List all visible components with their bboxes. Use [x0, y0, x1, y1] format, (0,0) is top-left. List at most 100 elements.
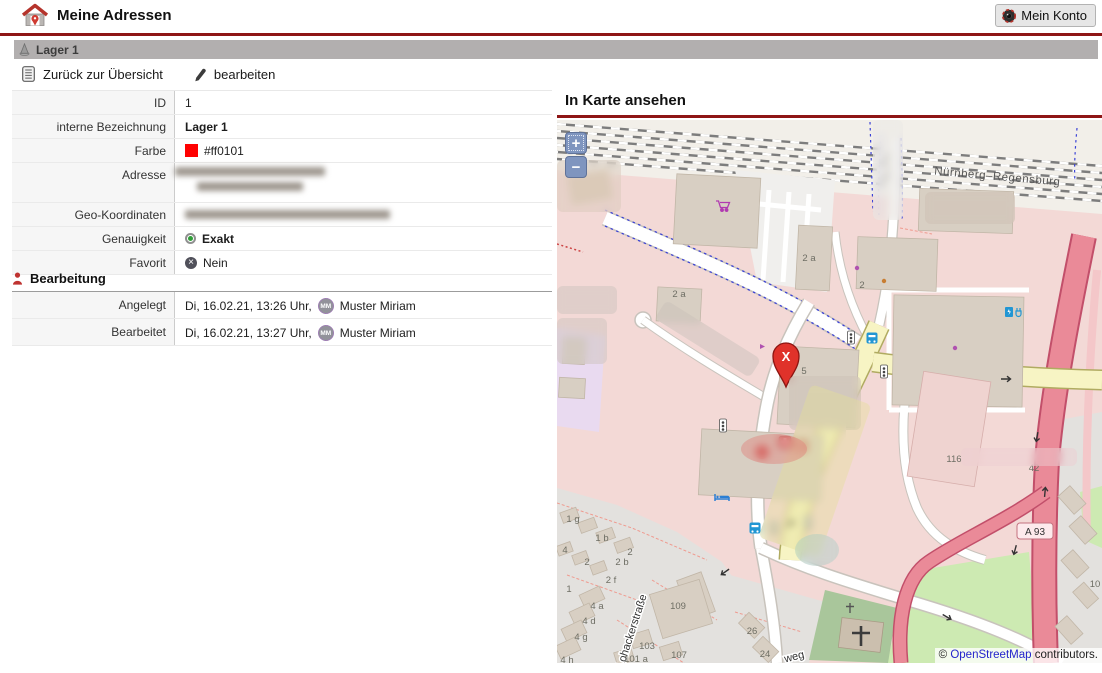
favorite-value: Nein: [203, 256, 228, 270]
house-number: 2 b: [615, 557, 628, 568]
house-number: 2 f: [606, 575, 617, 586]
motorway-ref-label: A 93: [1025, 527, 1045, 538]
house-number: 2: [859, 280, 864, 291]
blurred-label: [557, 318, 607, 364]
blurred-label: [557, 286, 617, 314]
home-icon: [21, 3, 49, 30]
house-number: 4 g: [574, 632, 587, 643]
map-divider: [557, 115, 1102, 118]
house-number: 1 g: [566, 514, 579, 525]
map-attribution: © OpenStreetMap contributors.: [935, 648, 1102, 663]
poi-dot: [882, 279, 886, 283]
app-header: Meine Adressen Mein Konto: [0, 0, 1102, 33]
editing-heading-label: Bearbeitung: [30, 271, 106, 286]
account-button[interactable]: Mein Konto: [995, 4, 1096, 27]
detail-row-modified: Bearbeitet Di, 16.02.21, 13:27 Uhr, MM M…: [12, 319, 552, 346]
detail-value: Exakt: [175, 227, 234, 250]
modified-user: Muster Miriam: [340, 326, 416, 340]
zoom-in-button[interactable]: +: [565, 132, 587, 154]
detail-label: interne Bezeichnung: [12, 115, 175, 138]
page-title: Meine Adressen: [57, 7, 172, 24]
account-icon: [1002, 9, 1016, 23]
blurred-building-label: [925, 192, 1015, 224]
blurred-label: [873, 120, 903, 220]
geo-redacted: [185, 210, 390, 219]
detail-value: Di, 16.02.21, 13:26 Uhr, MM Muster Miria…: [175, 292, 416, 318]
detail-label: Adresse: [12, 163, 175, 202]
page: Meine Adressen Mein Konto Lager 1 Zurück: [0, 0, 1102, 673]
house-number: 4: [562, 545, 567, 556]
detail-row-created: Angelegt Di, 16.02.21, 13:26 Uhr, MM Mus…: [12, 292, 552, 319]
favorite-no-icon: [185, 257, 197, 269]
bus-icon: [750, 523, 761, 534]
user-avatar: MM: [318, 325, 334, 341]
house-number: 4 d: [582, 616, 595, 627]
house-number: 4 a: [590, 601, 604, 612]
house-number: 24: [760, 649, 771, 660]
house-number: 4 h: [560, 655, 573, 663]
marker-label: X: [782, 349, 791, 364]
address-line1-redacted: [175, 167, 325, 176]
address-line2-redacted: [197, 182, 303, 191]
detail-label: Bearbeitet: [12, 319, 175, 345]
blurred-poi: [795, 534, 839, 566]
detail-row-name: interne Bezeichnung Lager 1: [12, 115, 552, 139]
back-to-overview-link[interactable]: Zurück zur Übersicht: [22, 66, 163, 82]
detail-row-geo: Geo-Koordinaten: [12, 203, 552, 227]
map-heading: In Karte ansehen: [565, 92, 686, 109]
house-number: 1: [566, 584, 571, 595]
house-number: 26: [747, 626, 758, 637]
detail-label: Angelegt: [12, 292, 175, 318]
editing-rows: Angelegt Di, 16.02.21, 13:26 Uhr, MM Mus…: [12, 292, 552, 346]
pencil-icon: [193, 67, 206, 82]
poi-dot: [953, 346, 957, 350]
detail-label: Geo-Koordinaten: [12, 203, 175, 226]
detail-row-accuracy: Genauigkeit Exakt: [12, 227, 552, 251]
list-icon: [22, 66, 35, 82]
detail-value: Di, 16.02.21, 13:27 Uhr, MM Muster Miria…: [175, 319, 416, 345]
user-avatar: MM: [318, 298, 334, 314]
edit-label: bearbeiten: [214, 67, 275, 82]
attribution-prefix: ©: [939, 649, 951, 661]
header-divider: [0, 33, 1102, 36]
detail-label: Genauigkeit: [12, 227, 175, 250]
poi-dot: [855, 266, 859, 270]
accuracy-exact-icon: [185, 233, 196, 244]
blurred-poi: [741, 434, 807, 464]
house-number: 116: [946, 454, 961, 465]
detail-value: [175, 163, 325, 202]
house-number: 2 a: [672, 289, 686, 300]
warehouse-icon: [19, 43, 30, 56]
section-title: Lager 1: [36, 43, 79, 57]
house-number: 10: [1090, 579, 1101, 590]
accuracy-value: Exakt: [202, 232, 234, 246]
account-label: Mein Konto: [1021, 8, 1087, 23]
detail-row-color: Farbe #ff0101: [12, 139, 552, 163]
attribution-suffix: contributors.: [1032, 649, 1098, 661]
detail-label: Farbe: [12, 139, 175, 162]
edit-link[interactable]: bearbeiten: [193, 67, 275, 82]
house-number: 107: [671, 650, 687, 661]
map-zoom-controls: + −: [565, 132, 587, 178]
detail-row-id: ID 1: [12, 91, 552, 115]
created-timestamp: Di, 16.02.21, 13:26 Uhr,: [185, 299, 312, 313]
created-user: Muster Miriam: [340, 299, 416, 313]
detail-value: 1: [175, 91, 192, 114]
back-label: Zurück zur Übersicht: [43, 67, 163, 82]
motorway-ref-badge: A 93: [1017, 523, 1053, 539]
house-number: 103: [639, 641, 655, 652]
openstreetmap-link[interactable]: OpenStreetMap: [950, 649, 1031, 661]
detail-value: [175, 203, 390, 226]
color-hex: #ff0101: [204, 144, 244, 158]
color-swatch: [185, 144, 198, 157]
modified-timestamp: Di, 16.02.21, 13:27 Uhr,: [185, 326, 312, 340]
person-icon: [12, 272, 23, 285]
map-container[interactable]: Nürnberg–Regensburg Lohackerstraße weg A…: [557, 120, 1102, 663]
section-bar: Lager 1: [14, 40, 1098, 59]
detail-label: ID: [12, 91, 175, 114]
blurred-street-name: [961, 448, 1077, 466]
detail-row-address: Adresse: [12, 163, 552, 203]
house-number: 2: [584, 557, 589, 568]
details-table: ID 1 interne Bezeichnung Lager 1 Farbe #…: [12, 90, 552, 275]
zoom-out-button[interactable]: −: [565, 156, 587, 178]
